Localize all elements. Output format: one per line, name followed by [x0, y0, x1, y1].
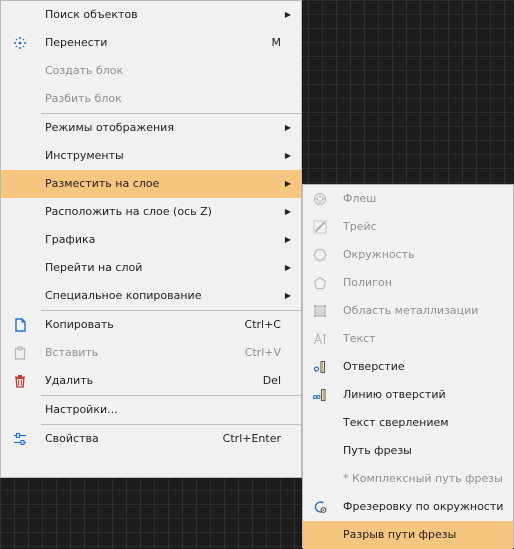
submenu-item-trace[interactable]: Трейс: [303, 213, 513, 241]
context-menu: Поиск объектов ▶ Перенести M Создать бло…: [0, 0, 302, 478]
submenu-item-label: Текст сверлением: [343, 416, 449, 429]
submenu-item-metal-area[interactable]: Область металлизации: [303, 297, 513, 325]
menu-item-label: Настройки...: [45, 403, 118, 416]
submenu-item-complex-mill-path[interactable]: * Комплексный путь фрезы: [303, 465, 513, 493]
circle-icon: [313, 248, 327, 262]
submenu-arrow-icon: ▶: [284, 123, 291, 132]
submenu-item-hole-line[interactable]: Линию отверстий: [303, 381, 513, 409]
shortcut-label: Ctrl+Enter: [222, 432, 281, 445]
submenu-item-text[interactable]: Текст: [303, 325, 513, 353]
menu-item-label: Вставить: [45, 346, 99, 359]
menu-item-move[interactable]: Перенести M: [1, 29, 301, 57]
submenu-item-label: Трейс: [343, 220, 377, 233]
menu-item-label: Специальное копирование: [45, 289, 202, 302]
submenu-item-mill-path[interactable]: Путь фрезы: [303, 437, 513, 465]
menu-item-label: Режимы отображения: [45, 121, 174, 134]
submenu-item-polygon[interactable]: Полигон: [303, 269, 513, 297]
menu-item-label: Разбить блок: [45, 92, 122, 105]
menu-item-explode-block[interactable]: Разбить блок: [1, 85, 301, 113]
menu-item-properties[interactable]: Свойства Ctrl+Enter: [1, 425, 301, 453]
submenu-item-mill-path-break[interactable]: Разрыв пути фрезы: [303, 521, 513, 549]
paste-icon: [13, 346, 27, 360]
menu-item-label: Инструменты: [45, 149, 124, 162]
submenu-item-circular-milling[interactable]: Фрезеровку по окружности: [303, 493, 513, 521]
menu-item-go-to-layer[interactable]: Перейти на слой ▶: [1, 254, 301, 282]
submenu-item-label: Окружность: [343, 248, 415, 261]
trace-icon: [313, 220, 327, 234]
polygon-icon: [313, 276, 327, 290]
shortcut-label: M: [271, 36, 282, 49]
menu-item-label: Удалить: [45, 374, 94, 387]
shortcut-label: Ctrl+V: [244, 346, 281, 359]
properties-sliders-icon: [13, 432, 27, 446]
submenu-item-drill-text[interactable]: Текст сверлением: [303, 409, 513, 437]
shortcut-label: Del: [262, 374, 281, 387]
submenu-arrow-icon: ▶: [284, 263, 291, 272]
submenu-item-flash[interactable]: Флеш: [303, 185, 513, 213]
trash-icon: [13, 374, 27, 388]
submenu-item-label: Отверстие: [343, 360, 405, 373]
place-on-layer-submenu: Флеш Трейс Окружность Полигон Область ме…: [302, 184, 514, 549]
copy-icon: [13, 318, 27, 332]
submenu-arrow-icon: ▶: [284, 10, 291, 19]
menu-item-label: Разместить на слое: [45, 177, 160, 190]
submenu-item-label: Разрыв пути фрезы: [343, 528, 457, 541]
menu-item-label: Копировать: [45, 318, 114, 331]
menu-item-label: Создать блок: [45, 64, 124, 77]
submenu-item-label: Текст: [343, 332, 376, 345]
menu-item-create-block[interactable]: Создать блок: [1, 57, 301, 85]
submenu-item-label: Фрезеровку по окружности: [343, 500, 504, 513]
move-arrows-icon: [13, 36, 27, 50]
menu-item-find-objects[interactable]: Поиск объектов ▶: [1, 1, 301, 29]
menu-item-copy[interactable]: Копировать Ctrl+C: [1, 311, 301, 339]
shortcut-label: Ctrl+C: [244, 318, 281, 331]
submenu-arrow-icon: ▶: [284, 235, 291, 244]
metal-area-icon: [313, 304, 327, 318]
hole-icon: [313, 360, 327, 374]
menu-item-graphics[interactable]: Графика ▶: [1, 226, 301, 254]
submenu-item-circle[interactable]: Окружность: [303, 241, 513, 269]
submenu-item-label: Путь фрезы: [343, 444, 412, 457]
menu-item-arrange-on-layer-z[interactable]: Расположить на слое (ось Z) ▶: [1, 198, 301, 226]
submenu-arrow-icon: ▶: [284, 179, 291, 188]
menu-item-special-copy[interactable]: Специальное копирование ▶: [1, 282, 301, 310]
submenu-arrow-icon: ▶: [284, 207, 291, 216]
menu-item-settings[interactable]: Настройки...: [1, 396, 301, 424]
menu-item-label: Поиск объектов: [45, 8, 138, 21]
submenu-item-label: Флеш: [343, 192, 377, 205]
menu-item-display-modes[interactable]: Режимы отображения ▶: [1, 114, 301, 142]
submenu-item-label: * Комплексный путь фрезы: [343, 472, 503, 485]
submenu-item-hole[interactable]: Отверстие: [303, 353, 513, 381]
menu-item-label: Графика: [45, 233, 96, 246]
menu-item-label: Перенести: [45, 36, 108, 49]
submenu-item-label: Область металлизации: [343, 304, 479, 317]
text-icon: [313, 332, 327, 346]
menu-item-place-on-layer[interactable]: Разместить на слое ▶: [1, 170, 301, 198]
menu-item-paste[interactable]: Вставить Ctrl+V: [1, 339, 301, 367]
flash-pad-icon: [313, 192, 327, 206]
menu-item-label: Перейти на слой: [45, 261, 143, 274]
menu-item-label: Расположить на слое (ось Z): [45, 205, 212, 218]
menu-item-tools[interactable]: Инструменты ▶: [1, 142, 301, 170]
submenu-arrow-icon: ▶: [284, 151, 291, 160]
submenu-item-label: Полигон: [343, 276, 392, 289]
hole-line-icon: [313, 388, 327, 402]
menu-item-label: Свойства: [45, 432, 99, 445]
circular-milling-icon: [313, 500, 327, 514]
menu-item-delete[interactable]: Удалить Del: [1, 367, 301, 395]
submenu-item-label: Линию отверстий: [343, 388, 446, 401]
submenu-arrow-icon: ▶: [284, 291, 291, 300]
